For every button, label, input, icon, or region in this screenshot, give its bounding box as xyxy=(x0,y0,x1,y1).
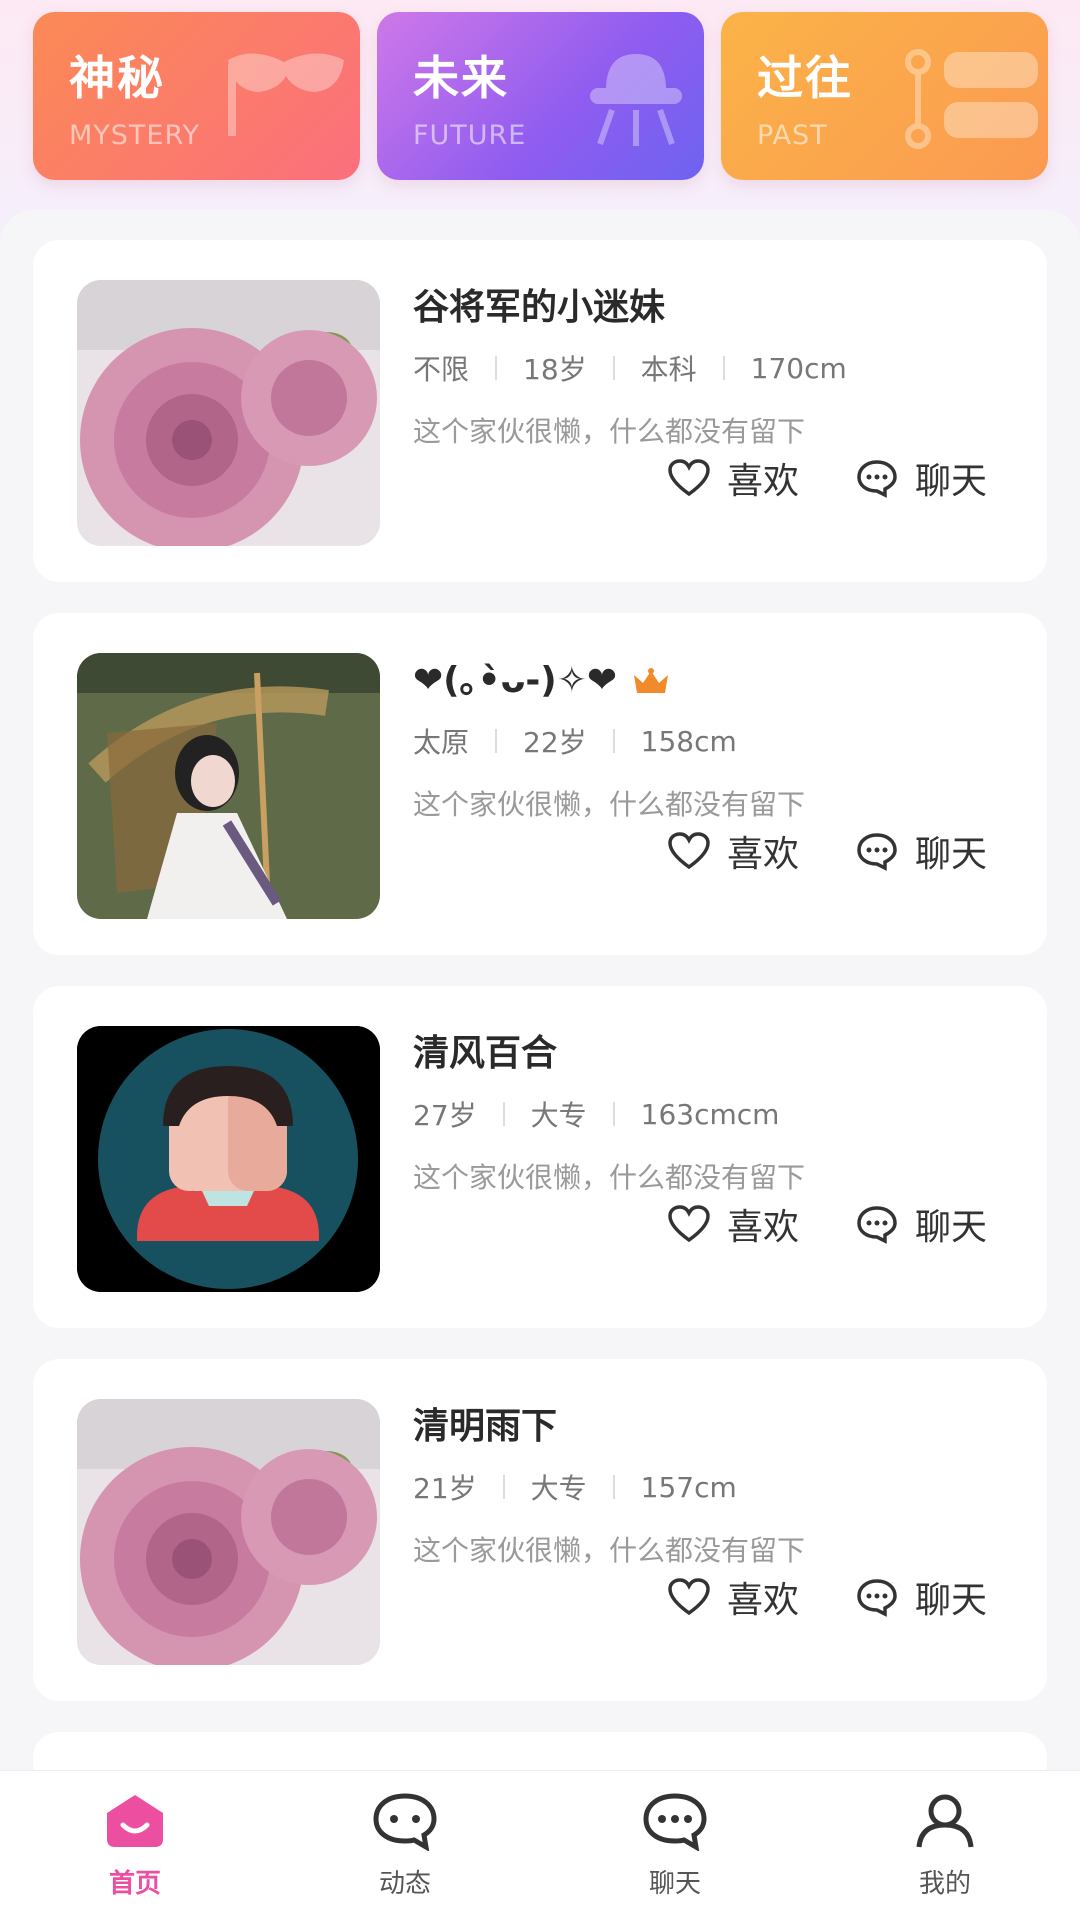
nav-label: 动态 xyxy=(378,1869,431,1899)
category-subtitle: FUTURE xyxy=(413,120,527,151)
chat-icon xyxy=(643,1793,707,1852)
user-card[interactable]: 清风百合 27岁 大专 163cmcm 这个家伙很懒，什么都没有留下 喜欢 聊天 xyxy=(33,986,1047,1328)
nav-chat[interactable]: 聊天 xyxy=(605,1791,745,1900)
crown-icon xyxy=(634,668,669,693)
divider xyxy=(722,356,725,380)
heart-icon xyxy=(668,832,710,870)
avatar[interactable] xyxy=(77,653,380,919)
user-name: 清明雨下 xyxy=(413,1406,558,1447)
divider xyxy=(612,729,615,753)
chat-button[interactable]: 聊天 xyxy=(855,1198,987,1250)
default-avatar-icon xyxy=(77,1026,380,1292)
chat-label: 聊天 xyxy=(915,461,988,502)
avatar[interactable] xyxy=(77,1399,380,1665)
user-list: 谷将军的小迷妹 不限 18岁 本科 170cm 这个家伙很懒，什么都没有留下 喜… xyxy=(0,210,1080,1792)
like-label: 喜欢 xyxy=(727,834,800,875)
moments-icon xyxy=(373,1793,437,1852)
divider xyxy=(495,356,498,380)
like-button[interactable]: 喜欢 xyxy=(667,1571,799,1623)
nav-moments[interactable]: 动态 xyxy=(335,1791,475,1900)
nav-label: 聊天 xyxy=(648,1869,701,1899)
user-name: 清风百合 xyxy=(413,1033,558,1074)
user-bio: 这个家伙很懒，什么都没有留下 xyxy=(413,1161,806,1194)
meta-item: 158cm xyxy=(640,724,737,758)
bottom-nav: 首页 动态 聊天 我的 xyxy=(0,1770,1080,1921)
nav-label: 我的 xyxy=(918,1869,971,1899)
meta-item: 大专 xyxy=(530,1472,587,1505)
nav-profile[interactable]: 我的 xyxy=(875,1791,1015,1900)
divider xyxy=(495,729,498,753)
like-button[interactable]: 喜欢 xyxy=(667,1198,799,1250)
user-meta: 太原 22岁 158cm xyxy=(413,721,737,761)
chat-button[interactable]: 聊天 xyxy=(855,1571,987,1623)
user-meta: 21岁 大专 157cm xyxy=(413,1467,737,1507)
chat-bubble-icon xyxy=(857,1206,897,1244)
category-title: 过往 xyxy=(757,51,853,105)
chat-bubble-icon xyxy=(857,460,897,498)
meta-item: 大专 xyxy=(530,1099,587,1132)
user-bio: 这个家伙很懒，什么都没有留下 xyxy=(413,415,806,448)
category-subtitle: MYSTERY xyxy=(69,120,201,151)
rose-photo-icon xyxy=(77,280,380,546)
user-card[interactable]: 谷将军的小迷妹 不限 18岁 本科 170cm 这个家伙很懒，什么都没有留下 喜… xyxy=(33,240,1047,582)
chat-label: 聊天 xyxy=(915,1207,988,1248)
chat-button[interactable]: 聊天 xyxy=(855,825,987,877)
chat-label: 聊天 xyxy=(915,1580,988,1621)
user-meta: 不限 18岁 本科 170cm xyxy=(413,348,847,388)
category-future[interactable]: 未来 FUTURE xyxy=(377,12,704,180)
home-icon xyxy=(107,1795,163,1847)
chat-bubble-icon xyxy=(857,1579,897,1617)
category-row: 神秘 MYSTERY 未来 FUTURE 过往 PAST xyxy=(33,12,1048,182)
category-past[interactable]: 过往 PAST xyxy=(721,12,1048,180)
divider xyxy=(612,1475,615,1499)
category-mystery[interactable]: 神秘 MYSTERY xyxy=(33,12,360,180)
chat-bubble-icon xyxy=(857,833,897,871)
divider xyxy=(502,1475,505,1499)
chat-label: 聊天 xyxy=(915,834,988,875)
meta-item: 不限 xyxy=(413,353,470,386)
divider xyxy=(612,356,615,380)
user-bio: 这个家伙很懒，什么都没有留下 xyxy=(413,1534,806,1567)
meta-item: 163cmcm xyxy=(640,1097,780,1131)
heart-icon xyxy=(668,1205,710,1243)
user-name: 谷将军的小迷妹 xyxy=(413,287,666,328)
meta-item: 157cm xyxy=(640,1470,737,1504)
meta-item: 21岁 xyxy=(413,1472,477,1505)
profile-icon xyxy=(916,1794,974,1848)
user-card[interactable]: ❤(｡•̀ᴗ-)✧❤ 太原 22岁 158cm 这个家伙很懒，什么都没有留下 喜… xyxy=(33,613,1047,955)
category-subtitle: PAST xyxy=(757,120,828,151)
meta-item: 170cm xyxy=(750,351,847,385)
rose-photo-icon xyxy=(77,1399,380,1665)
category-title: 神秘 xyxy=(69,51,165,105)
heart-icon xyxy=(668,459,710,497)
chat-button[interactable]: 聊天 xyxy=(855,452,987,504)
user-card[interactable]: 清明雨下 21岁 大专 157cm 这个家伙很懒，什么都没有留下 喜欢 聊天 xyxy=(33,1359,1047,1701)
like-button[interactable]: 喜欢 xyxy=(667,825,799,877)
avatar[interactable] xyxy=(77,1026,380,1292)
meta-item: 18岁 xyxy=(523,353,587,386)
path-icon xyxy=(905,49,1038,149)
like-label: 喜欢 xyxy=(727,1207,800,1248)
like-label: 喜欢 xyxy=(727,1580,800,1621)
umbrella-photo-icon xyxy=(77,653,380,919)
meta-item: 太原 xyxy=(413,726,470,759)
divider xyxy=(612,1102,615,1126)
divider xyxy=(502,1102,505,1126)
mask-icon xyxy=(228,53,344,136)
meta-item: 本科 xyxy=(640,353,697,386)
heart-icon xyxy=(668,1578,710,1616)
user-name-text: ❤(｡•̀ᴗ-)✧❤ xyxy=(413,660,618,701)
nav-label: 首页 xyxy=(108,1869,161,1899)
user-meta: 27岁 大专 163cmcm xyxy=(413,1094,779,1134)
ufo-icon xyxy=(590,54,682,146)
avatar[interactable] xyxy=(77,280,380,546)
meta-item: 22岁 xyxy=(523,726,587,759)
user-bio: 这个家伙很懒，什么都没有留下 xyxy=(413,788,806,821)
user-name: ❤(｡•̀ᴗ-)✧❤ xyxy=(413,651,671,703)
meta-item: 27岁 xyxy=(413,1099,477,1132)
nav-home[interactable]: 首页 xyxy=(65,1791,205,1900)
like-label: 喜欢 xyxy=(727,461,800,502)
category-title: 未来 xyxy=(413,51,509,105)
like-button[interactable]: 喜欢 xyxy=(667,452,799,504)
